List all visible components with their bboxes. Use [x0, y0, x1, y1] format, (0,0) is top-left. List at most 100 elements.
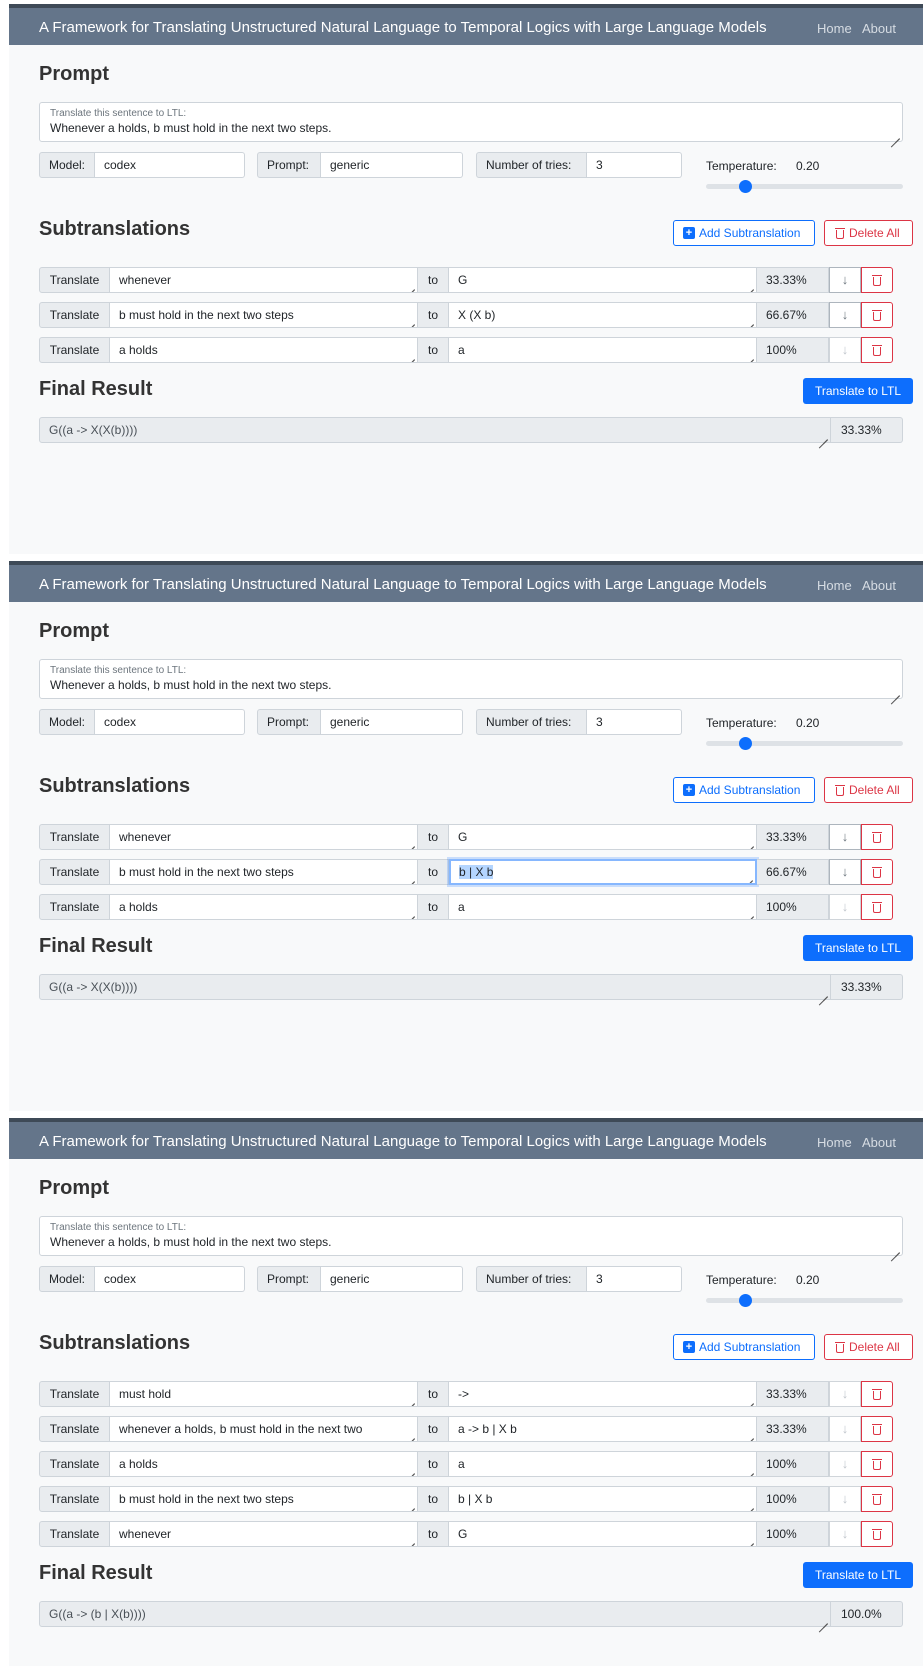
- translate-to-ltl-button[interactable]: Translate to LTL: [803, 1562, 913, 1588]
- confidence-value: 100%: [757, 894, 829, 920]
- translate-label: Translate: [39, 302, 110, 328]
- tries-label: Number of tries:: [476, 152, 587, 178]
- resize-grip-icon[interactable]: [890, 1243, 900, 1253]
- move-down-button[interactable]: ↓: [829, 1521, 861, 1547]
- source-phrase-input[interactable]: whenever: [110, 824, 418, 850]
- model-select[interactable]: codex: [95, 152, 245, 178]
- screenshot-panel-3: A Framework for Translating Unstructured…: [9, 1118, 923, 1666]
- target-formula-input[interactable]: a: [449, 894, 757, 920]
- source-phrase-input[interactable]: whenever: [110, 267, 418, 293]
- move-down-button[interactable]: ↓: [829, 824, 861, 850]
- translate-to-ltl-button[interactable]: Translate to LTL: [803, 935, 913, 961]
- resize-grip-icon[interactable]: [890, 129, 900, 139]
- temperature-slider[interactable]: [706, 741, 903, 746]
- prompt-type-select[interactable]: generic: [321, 1266, 463, 1292]
- source-phrase-input[interactable]: whenever a holds, b must hold in the nex…: [110, 1416, 418, 1442]
- prompt-textarea[interactable]: Translate this sentence to LTL: Whenever…: [39, 102, 903, 142]
- nav-about-link[interactable]: About: [862, 1135, 896, 1150]
- add-subtranslation-button[interactable]: + Add Subtranslation: [673, 777, 815, 803]
- prompt-type-select[interactable]: generic: [321, 709, 463, 735]
- source-phrase-input[interactable]: a holds: [110, 894, 418, 920]
- delete-row-button[interactable]: [861, 1521, 893, 1547]
- delete-row-button[interactable]: [861, 894, 893, 920]
- target-formula-input[interactable]: b | X b: [449, 1486, 757, 1512]
- tries-input[interactable]: 3: [587, 152, 682, 178]
- nav-home-link[interactable]: Home: [817, 578, 852, 593]
- delete-row-button[interactable]: [861, 859, 893, 885]
- delete-row-button[interactable]: [861, 1416, 893, 1442]
- move-down-button[interactable]: ↓: [829, 267, 861, 293]
- delete-row-button[interactable]: [861, 267, 893, 293]
- target-formula-input[interactable]: a -> b | X b: [449, 1416, 757, 1442]
- nav-home-link[interactable]: Home: [817, 21, 852, 36]
- delete-row-button[interactable]: [861, 1381, 893, 1407]
- move-down-button[interactable]: ↓: [829, 1486, 861, 1512]
- target-formula-input[interactable]: G: [449, 267, 757, 293]
- source-phrase-input[interactable]: b must hold in the next two steps: [110, 302, 418, 328]
- delete-row-button[interactable]: [861, 302, 893, 328]
- final-result-output: G((a -> X(X(b)))): [39, 417, 831, 443]
- move-down-button[interactable]: ↓: [829, 1451, 861, 1477]
- model-group: Model: codex: [39, 152, 245, 178]
- delete-all-button[interactable]: Delete All: [824, 777, 913, 803]
- delete-all-button[interactable]: Delete All: [824, 1334, 913, 1360]
- move-down-button[interactable]: ↓: [829, 894, 861, 920]
- temperature-slider[interactable]: [706, 184, 903, 189]
- model-select[interactable]: codex: [95, 1266, 245, 1292]
- source-phrase-input[interactable]: whenever: [110, 1521, 418, 1547]
- source-phrase-input[interactable]: b must hold in the next two steps: [110, 1486, 418, 1512]
- target-formula-input[interactable]: a: [449, 337, 757, 363]
- prompt-sentence: Whenever a holds, b must hold in the nex…: [50, 121, 332, 135]
- translate-label: Translate: [39, 1416, 110, 1442]
- source-phrase-input[interactable]: must hold: [110, 1381, 418, 1407]
- translate-to-ltl-button[interactable]: Translate to LTL: [803, 378, 913, 404]
- delete-row-button[interactable]: [861, 824, 893, 850]
- target-formula-input[interactable]: ->: [449, 1381, 757, 1407]
- subtranslation-row: Translate must hold to -> 33.33% ↓: [39, 1381, 903, 1407]
- prompt-heading: Prompt: [39, 620, 109, 642]
- prompt-type-select[interactable]: generic: [321, 152, 463, 178]
- target-formula-input[interactable]: a: [449, 1451, 757, 1477]
- target-formula-input[interactable]: G: [449, 1521, 757, 1547]
- confidence-value: 100%: [757, 1521, 829, 1547]
- source-phrase-input[interactable]: b must hold in the next two steps: [110, 859, 418, 885]
- move-down-button[interactable]: ↓: [829, 859, 861, 885]
- move-down-button[interactable]: ↓: [829, 302, 861, 328]
- nav-about-link[interactable]: About: [862, 21, 896, 36]
- delete-row-button[interactable]: [861, 1486, 893, 1512]
- temperature-slider-thumb[interactable]: [738, 1294, 752, 1307]
- move-down-button[interactable]: ↓: [829, 337, 861, 363]
- prompt-textarea[interactable]: Translate this sentence to LTL: Whenever…: [39, 659, 903, 699]
- resize-grip-icon[interactable]: [890, 686, 900, 696]
- trash-icon: [872, 310, 882, 321]
- trash-icon: [872, 1459, 882, 1470]
- trash-icon: [872, 275, 882, 286]
- source-phrase-input[interactable]: a holds: [110, 337, 418, 363]
- temperature-slider[interactable]: [706, 1298, 903, 1303]
- tries-input[interactable]: 3: [587, 709, 682, 735]
- model-select[interactable]: codex: [95, 709, 245, 735]
- move-down-button[interactable]: ↓: [829, 1416, 861, 1442]
- trash-icon: [872, 867, 882, 878]
- to-label: to: [418, 267, 449, 293]
- add-subtranslation-button[interactable]: + Add Subtranslation: [673, 1334, 815, 1360]
- delete-row-button[interactable]: [861, 337, 893, 363]
- source-phrase-input[interactable]: a holds: [110, 1451, 418, 1477]
- translate-label: Translate: [39, 824, 110, 850]
- screenshot-panel-1: A Framework for Translating Unstructured…: [9, 4, 923, 554]
- trash-icon: [872, 832, 882, 843]
- prompt-textarea[interactable]: Translate this sentence to LTL: Whenever…: [39, 1216, 903, 1256]
- target-formula-input[interactable]: X (X b): [449, 302, 757, 328]
- nav-about-link[interactable]: About: [862, 578, 896, 593]
- add-subtranslation-button[interactable]: + Add Subtranslation: [673, 220, 815, 246]
- temperature-slider-thumb[interactable]: [738, 737, 752, 750]
- move-down-button[interactable]: ↓: [829, 1381, 861, 1407]
- delete-row-button[interactable]: [861, 1451, 893, 1477]
- tries-input[interactable]: 3: [587, 1266, 682, 1292]
- target-formula-input[interactable]: G: [449, 824, 757, 850]
- temperature-slider-thumb[interactable]: [738, 180, 752, 193]
- nav-home-link[interactable]: Home: [817, 1135, 852, 1150]
- target-formula-input-focused[interactable]: b | X b: [449, 859, 757, 885]
- trash-icon: [872, 345, 882, 356]
- delete-all-button[interactable]: Delete All: [824, 220, 913, 246]
